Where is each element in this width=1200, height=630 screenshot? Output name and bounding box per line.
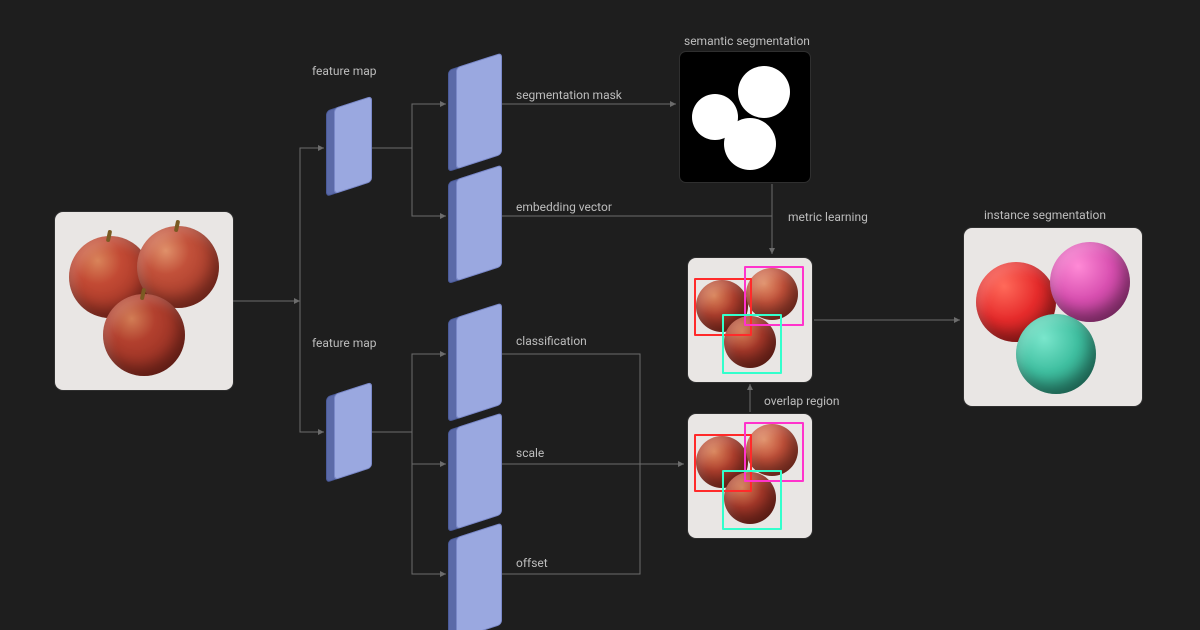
- panel-feature-top: [334, 96, 372, 194]
- label-offset: offset: [516, 556, 548, 570]
- bbox-cyan: [722, 314, 782, 374]
- label-classification: classification: [516, 334, 587, 348]
- detections-merged: [688, 258, 812, 382]
- label-overlap-region: overlap region: [764, 394, 840, 408]
- label-embedding-vector: embedding vector: [516, 200, 612, 214]
- label-metric-learning: metric learning: [788, 210, 868, 224]
- diagram-canvas: feature map feature map segmentation mas…: [0, 0, 1200, 630]
- panel-embedding: [456, 165, 502, 282]
- label-feature-map-bottom: feature map: [312, 336, 377, 350]
- semantic-segmentation-output: [680, 52, 810, 182]
- label-scale: scale: [516, 446, 544, 460]
- panel-feature-bottom: [334, 382, 372, 480]
- instance-segmentation-output: [964, 228, 1142, 406]
- label-semantic-segmentation: semantic segmentation: [684, 34, 810, 48]
- panel-scale: [456, 413, 502, 530]
- panel-offset: [456, 523, 502, 630]
- panel-segmask: [456, 53, 502, 170]
- label-instance-segmentation: instance segmentation: [984, 208, 1106, 222]
- panel-classification: [456, 303, 502, 420]
- label-segmentation-mask: segmentation mask: [516, 88, 622, 102]
- detections-raw: [688, 414, 812, 538]
- input-image: [55, 212, 233, 390]
- label-feature-map-top: feature map: [312, 64, 377, 78]
